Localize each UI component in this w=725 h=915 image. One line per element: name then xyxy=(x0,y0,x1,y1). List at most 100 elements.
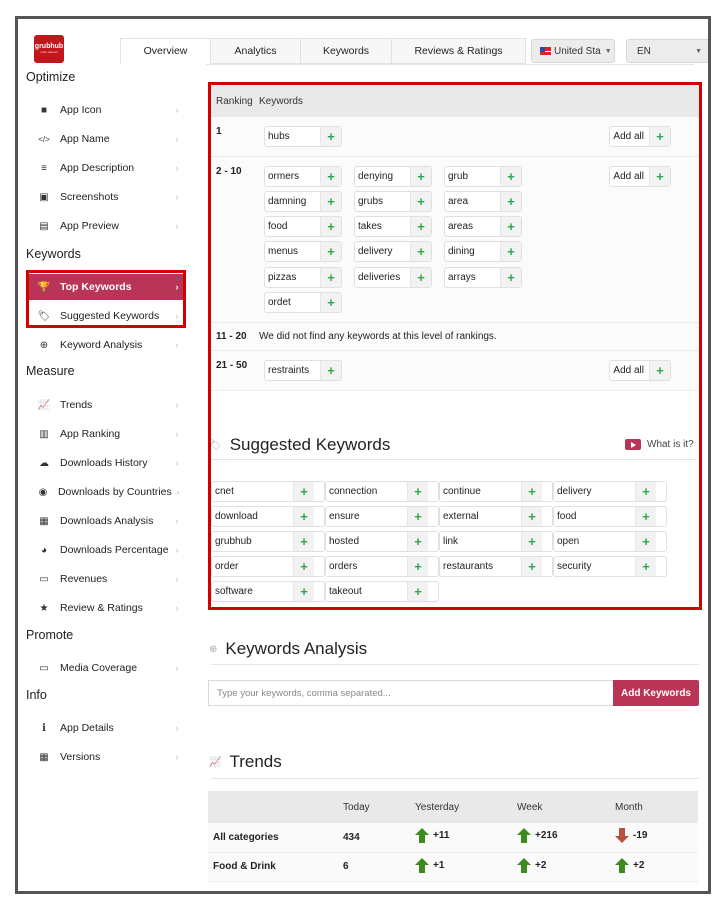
sidebar-item-app-ranking[interactable]: ▥ App Ranking › xyxy=(26,421,184,447)
info-icon: i xyxy=(42,722,46,734)
trends-title: Trends xyxy=(229,752,282,771)
sidebar-item-label: App Name xyxy=(60,133,110,145)
keywords-analysis-heading: ⊕ Keywords Analysis xyxy=(209,639,367,659)
trend-delta-value: +1 xyxy=(433,859,445,871)
code-icon: </> xyxy=(38,134,50,144)
arrow-up-icon xyxy=(415,828,429,844)
trends-row: Food & Drink 6 +1 +2 +2 xyxy=(208,852,698,882)
sidebar-item-downloads-percentage[interactable]: ◕ Downloads Percentage › xyxy=(26,537,184,563)
sidebar-item-label: Top Keywords xyxy=(60,281,132,293)
sidebar-item-label: App Preview xyxy=(60,220,119,232)
sidebar-section-measure: Measure xyxy=(26,364,75,378)
trend-week: +216 xyxy=(517,823,615,853)
tab-keywords[interactable]: Keywords xyxy=(301,38,392,64)
sidebar-item-downloads-analysis[interactable]: ▦ Downloads Analysis › xyxy=(26,508,184,534)
chevron-right-icon: › xyxy=(175,221,179,231)
film-icon: ▤ xyxy=(39,220,49,232)
chevron-right-icon: › xyxy=(175,574,179,584)
app-window: grubhub order takeout Optimize ■ App Icon ›… xyxy=(15,16,711,894)
arrow-up-icon xyxy=(517,857,531,873)
sidebar-item-review-ratings[interactable]: ★ Review & Ratings › xyxy=(26,595,184,621)
sidebar-item-app-description[interactable]: ≡ App Description › xyxy=(26,155,184,181)
top-tabs: Overview Analytics Keywords Reviews & Ra… xyxy=(120,38,526,64)
chevron-right-icon: › xyxy=(175,282,179,292)
logo-subtext: order takeout xyxy=(40,50,58,54)
sidebar-item-screenshots[interactable]: ▣ Screenshots › xyxy=(26,184,184,210)
sidebar-item-media-coverage[interactable]: ▭ Media Coverage › xyxy=(26,655,184,681)
keywords-input[interactable] xyxy=(208,680,613,706)
align-left-icon: ≡ xyxy=(41,162,47,174)
trend-category: All categories xyxy=(208,823,343,853)
calendar-icon: ▦ xyxy=(39,751,49,763)
sidebar-item-suggested-keywords[interactable]: 🏷 Suggested Keywords › xyxy=(26,303,184,329)
app-logo: grubhub order takeout xyxy=(34,35,64,63)
sidebar-item-top-keywords[interactable]: 🏆 Top Keywords › xyxy=(26,274,184,300)
sidebar-item-revenues[interactable]: ▭ Revenues › xyxy=(26,566,184,592)
trend-delta: +2 xyxy=(615,857,645,873)
money-icon: ▭ xyxy=(39,573,49,585)
tab-overview[interactable]: Overview xyxy=(120,38,211,64)
trend-delta: -19 xyxy=(615,828,647,844)
chevron-right-icon: › xyxy=(175,663,179,673)
sidebar-item-trends[interactable]: 📈 Trends › xyxy=(26,392,184,418)
trend-yesterday: +1 xyxy=(415,852,517,882)
trend-today: 6 xyxy=(343,852,415,882)
trend-delta-value: +2 xyxy=(633,859,645,871)
chevron-right-icon: › xyxy=(175,545,179,555)
tab-reviews-ratings[interactable]: Reviews & Ratings xyxy=(392,38,526,64)
trend-delta: +1 xyxy=(415,857,445,873)
country-select[interactable]: United Sta ▼ xyxy=(531,39,615,63)
sidebar-item-label: Screenshots xyxy=(60,191,119,203)
trends-row: All categories 434 +11 +216 -19 xyxy=(208,823,698,853)
image-icon: ▣ xyxy=(39,191,49,203)
trends-header-week: Week xyxy=(517,791,615,823)
chevron-right-icon: › xyxy=(175,603,179,613)
sidebar-item-label: Downloads Analysis xyxy=(60,515,154,527)
chevron-right-icon: › xyxy=(175,458,179,468)
trends-header-month: Month xyxy=(615,791,698,823)
logo-text: grubhub xyxy=(34,43,64,50)
sidebar-item-label: Downloads History xyxy=(60,457,148,469)
pie-chart-icon: ◕ xyxy=(40,544,48,556)
table-icon: ▦ xyxy=(39,515,49,527)
sidebar-item-keyword-analysis[interactable]: ⊕ Keyword Analysis › xyxy=(26,332,184,358)
chevron-right-icon: › xyxy=(175,340,179,350)
trends-header-today: Today xyxy=(343,791,415,823)
chevron-right-icon: › xyxy=(175,134,179,144)
tab-divider xyxy=(206,64,694,65)
line-chart-icon: 📈 xyxy=(37,399,51,411)
sidebar-item-app-preview[interactable]: ▤ App Preview › xyxy=(26,213,184,239)
sidebar-item-app-details[interactable]: i App Details › xyxy=(26,715,184,741)
sidebar-item-downloads-by-countries[interactable]: ◉ Downloads by Countries › xyxy=(26,479,184,505)
sidebar-item-label: Trends xyxy=(60,399,93,411)
sidebar-item-label: Review & Ratings xyxy=(60,602,143,614)
keywords-analysis-title: Keywords Analysis xyxy=(225,639,368,658)
sidebar-item-downloads-history[interactable]: ☁ Downloads History › xyxy=(26,450,184,476)
sidebar-item-app-name[interactable]: </> App Name › xyxy=(26,126,184,152)
trend-delta: +216 xyxy=(517,828,558,844)
line-chart-icon: 📈 xyxy=(209,756,222,768)
tab-analytics[interactable]: Analytics xyxy=(211,38,301,64)
section-divider xyxy=(211,778,699,779)
arrow-up-icon xyxy=(517,828,531,844)
trends-table: Today Yesterday Week Month All categories 43… xyxy=(208,791,698,882)
sidebar-item-label: App Description xyxy=(60,162,135,174)
trend-week: +2 xyxy=(517,852,615,882)
trend-delta-value: +2 xyxy=(535,859,547,871)
sidebar-item-versions[interactable]: ▦ Versions › xyxy=(26,744,184,770)
sidebar-item-label: Keyword Analysis xyxy=(60,339,143,351)
language-select[interactable]: EN ▼ xyxy=(626,39,708,63)
search-plus-icon: ⊕ xyxy=(39,339,49,351)
arrow-up-icon xyxy=(615,857,629,873)
chevron-right-icon: › xyxy=(175,163,179,173)
globe-icon: ◉ xyxy=(38,486,48,498)
sidebar-item-app-icon[interactable]: ■ App Icon › xyxy=(26,97,184,123)
bar-chart-icon: ▥ xyxy=(39,428,49,440)
sidebar-item-label: Suggested Keywords xyxy=(60,310,160,322)
arrow-down-icon xyxy=(615,828,629,844)
sidebar-item-label: Revenues xyxy=(60,573,108,585)
chevron-right-icon: › xyxy=(175,516,179,526)
add-keywords-button[interactable]: Add Keywords xyxy=(613,680,699,706)
tags-icon: 🏷 xyxy=(37,310,51,322)
trend-today: 434 xyxy=(343,823,415,853)
